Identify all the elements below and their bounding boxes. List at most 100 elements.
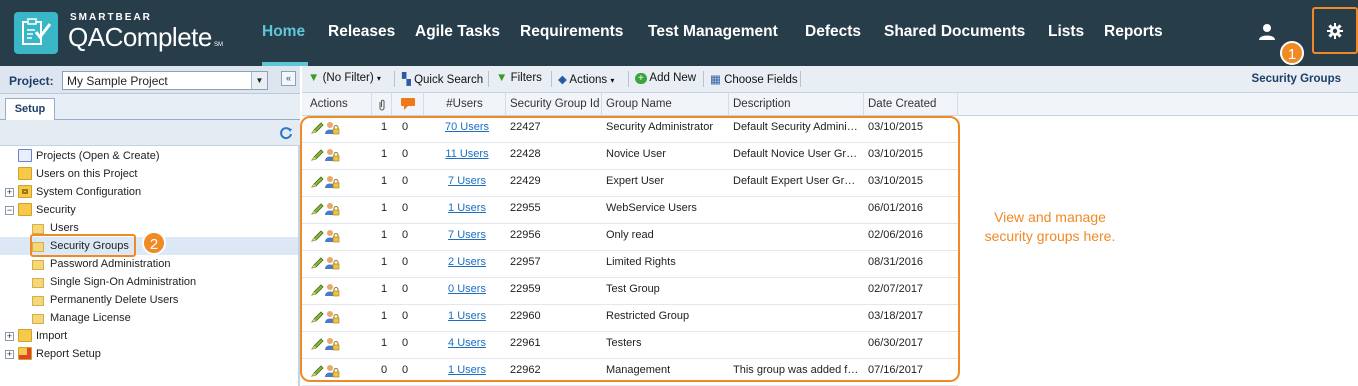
tree-item-label: Manage License bbox=[50, 312, 131, 324]
toolbar-separator bbox=[628, 71, 629, 87]
choose-fields-button[interactable]: ▦ Choose Fields bbox=[710, 72, 798, 86]
gear-folder-icon bbox=[18, 185, 32, 198]
nav-reports[interactable]: Reports bbox=[1104, 23, 1163, 41]
tree-item-label: Users on this Project bbox=[36, 168, 138, 180]
quick-search-label: Quick Search bbox=[414, 74, 484, 86]
column-security-group-id[interactable]: Security Group Id bbox=[506, 93, 602, 116]
tree-item[interactable]: Password Administration bbox=[0, 255, 298, 273]
chevron-down-icon: ▾ bbox=[610, 76, 615, 85]
add-new-button[interactable]: + Add New bbox=[635, 72, 696, 84]
nav-lists[interactable]: Lists bbox=[1048, 23, 1084, 41]
column-date-created[interactable]: Date Created bbox=[864, 93, 958, 116]
expand-icon[interactable]: + bbox=[5, 350, 14, 359]
add-new-label: Add New bbox=[649, 72, 697, 84]
tree-item[interactable]: Users on this Project bbox=[0, 165, 298, 183]
collapse-icon[interactable]: − bbox=[5, 206, 14, 215]
toolbar-separator bbox=[703, 71, 704, 87]
page-title: Security Groups bbox=[1251, 73, 1341, 85]
tree-item-label: Password Administration bbox=[50, 258, 171, 270]
tree-item[interactable]: Single Sign-On Administration bbox=[0, 273, 298, 291]
user-icon[interactable] bbox=[1258, 23, 1276, 44]
chevron-down-icon[interactable]: ▼ bbox=[251, 72, 267, 89]
choose-fields-label: Choose Fields bbox=[724, 74, 798, 86]
tree-item-label: Projects (Open & Create) bbox=[36, 150, 160, 162]
tree-item-label: System Configuration bbox=[36, 186, 142, 198]
project-select-value: My Sample Project bbox=[67, 74, 168, 88]
column-actions[interactable]: Actions bbox=[302, 93, 372, 116]
expand-icon[interactable]: + bbox=[5, 332, 14, 341]
folder-icon bbox=[18, 167, 32, 180]
tree-item[interactable]: Manage License bbox=[0, 309, 298, 327]
comment-icon[interactable] bbox=[392, 93, 424, 116]
gear-icon bbox=[1327, 23, 1343, 39]
binoculars-icon: ▚ bbox=[402, 74, 411, 86]
grid-toolbar: ▼ (No Filter) ▾ ▚ Quick Search ▼ Filters… bbox=[302, 66, 1358, 93]
tree-item[interactable]: Permanently Delete Users bbox=[0, 291, 298, 309]
actions-icon: ◆ bbox=[558, 74, 567, 86]
lock-icon bbox=[32, 260, 44, 270]
toolbar-separator bbox=[551, 71, 552, 87]
report-folder-icon bbox=[18, 347, 32, 360]
tab-setup[interactable]: Setup bbox=[5, 98, 55, 121]
filter-label: (No Filter) bbox=[322, 72, 374, 84]
brand-product: QAComplete bbox=[68, 22, 212, 52]
brand-sm-mark: SM bbox=[214, 42, 223, 48]
projects-icon bbox=[18, 149, 32, 162]
annotation-text: View and manage security groups here. bbox=[984, 209, 1116, 244]
tree-item-label: Single Sign-On Administration bbox=[50, 276, 197, 288]
settings-button[interactable] bbox=[1312, 7, 1358, 54]
quick-search-button[interactable]: ▚ Quick Search bbox=[402, 72, 483, 86]
lock-icon bbox=[32, 296, 44, 306]
column-users[interactable]: #Users bbox=[424, 93, 506, 116]
folder-icon bbox=[18, 329, 32, 342]
nav-shared-documents[interactable]: Shared Documents bbox=[884, 23, 1025, 41]
actions-label: Actions bbox=[569, 74, 608, 86]
nav-test-management[interactable]: Test Management bbox=[648, 23, 778, 41]
nav-home[interactable]: Home bbox=[262, 23, 305, 41]
nav-releases[interactable]: Releases bbox=[328, 23, 395, 41]
chevron-down-icon: ▾ bbox=[376, 74, 381, 83]
refresh-icon[interactable] bbox=[279, 126, 293, 140]
tree-item[interactable]: + Import bbox=[0, 327, 298, 345]
panel-tab-strip: Setup bbox=[0, 94, 300, 121]
add-icon: + bbox=[635, 73, 647, 84]
tree-item[interactable]: + System Configuration bbox=[0, 183, 298, 201]
filters-button[interactable]: ▼ Filters bbox=[496, 72, 542, 84]
left-panel: Project: My Sample Project ▼ « Setup Pro… bbox=[0, 66, 300, 386]
funnel-icon: ▼ bbox=[496, 72, 508, 84]
filter-dropdown[interactable]: ▼ (No Filter) ▾ bbox=[308, 72, 381, 84]
project-select[interactable]: My Sample Project ▼ bbox=[62, 71, 268, 90]
security-groups-highlight bbox=[30, 234, 136, 257]
actions-dropdown[interactable]: ◆ Actions ▾ bbox=[558, 72, 614, 86]
grid-highlight-outline bbox=[300, 116, 960, 382]
toolbar-separator bbox=[488, 71, 489, 87]
project-label: Project: bbox=[9, 74, 54, 88]
column-description[interactable]: Description bbox=[729, 93, 864, 116]
tree-item[interactable]: Projects (Open & Create) bbox=[0, 147, 298, 165]
tree-item-label: Import bbox=[36, 330, 68, 342]
nav-defects[interactable]: Defects bbox=[805, 23, 861, 41]
filters-label: Filters bbox=[510, 72, 542, 84]
paperclip-icon[interactable] bbox=[372, 93, 392, 116]
lock-icon bbox=[32, 278, 44, 288]
lock-icon bbox=[32, 224, 44, 234]
tree-item-label: Report Setup bbox=[36, 348, 101, 360]
toolbar-separator bbox=[800, 71, 801, 87]
expand-icon[interactable]: + bbox=[5, 188, 14, 197]
callout-2: 2 bbox=[142, 231, 166, 255]
qacomplete-logo-icon[interactable] bbox=[14, 12, 58, 54]
tree-toolbar bbox=[0, 120, 300, 146]
nav-requirements[interactable]: Requirements bbox=[520, 23, 623, 41]
lock-icon bbox=[32, 314, 44, 324]
nav-agile-tasks[interactable]: Agile Tasks bbox=[415, 23, 500, 41]
tree-item[interactable]: − Security bbox=[0, 201, 298, 219]
grid-header: Actions #Users Security Group Id Group N… bbox=[302, 93, 1358, 116]
callout-1: 1 bbox=[1280, 41, 1304, 65]
folder-icon bbox=[18, 203, 32, 216]
top-navigation-bar: SMARTBEAR QAComplete SM Home Releases Ag… bbox=[0, 0, 1358, 66]
project-bar: Project: My Sample Project ▼ « bbox=[0, 66, 300, 94]
collapse-panel-icon[interactable]: « bbox=[281, 71, 296, 86]
tree-item-label: Permanently Delete Users bbox=[50, 294, 179, 306]
tree-item[interactable]: + Report Setup bbox=[0, 345, 298, 363]
column-group-name[interactable]: Group Name bbox=[602, 93, 729, 116]
